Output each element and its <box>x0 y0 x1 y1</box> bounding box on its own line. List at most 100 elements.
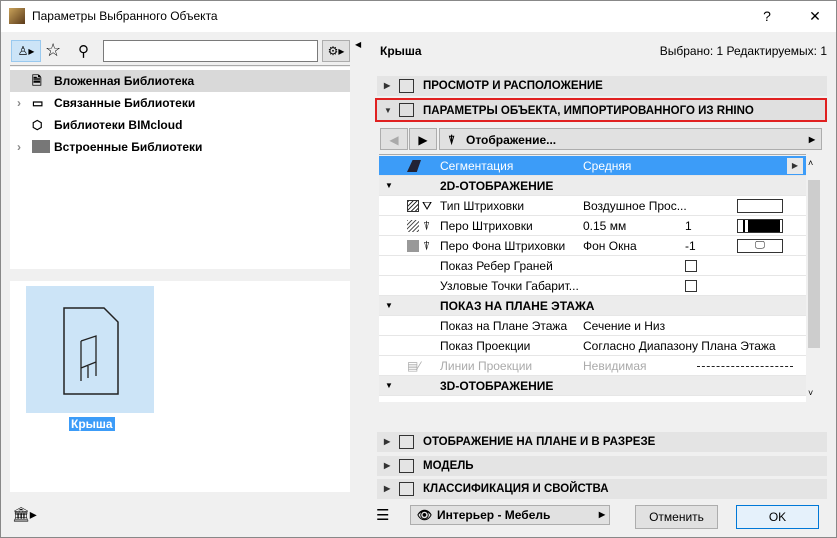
param-row-hatch-bg-pen[interactable]: ⍒ Перо Фона Штриховки Фон Окна -1 🖵 <box>379 236 806 256</box>
grid-scrollbar[interactable]: ˄ ˅ <box>806 156 822 402</box>
scrollbar-thumb[interactable] <box>808 180 820 348</box>
hatch-edit-icon: ⛛ <box>422 199 433 213</box>
param-name: Сегментация <box>440 159 514 173</box>
window-title: Параметры Выбранного Объекта <box>32 9 218 23</box>
object-params-icon <box>399 103 414 117</box>
page-dropdown[interactable]: ⍒ Отображение... ▶ <box>439 128 822 150</box>
preview-area: Крыша <box>10 281 350 492</box>
section-model[interactable]: ▶ МОДЕЛЬ <box>377 456 827 476</box>
scroll-down-icon[interactable]: ˅ <box>808 388 813 398</box>
collapse-panel-arrow[interactable]: ◀ <box>355 40 361 49</box>
plan-section-icon <box>399 435 414 449</box>
scroll-up-icon[interactable]: ˄ <box>808 158 813 168</box>
group-floor-plan-display[interactable]: ▼ ПОКАЗ НА ПЛАНЕ ЭТАЖА <box>379 296 806 316</box>
tree-item-label: Встроенные Библиотеки <box>54 140 203 154</box>
show-edges-checkbox[interactable] <box>685 260 697 272</box>
pen-icon: ⍒ <box>423 219 431 233</box>
group-title: 3D-ОТОБРАЖЕНИЕ <box>440 379 554 393</box>
bg-fill-icon <box>407 240 419 252</box>
eye-icon: 👁 <box>417 508 433 522</box>
app-logo-icon <box>9 8 25 24</box>
param-value[interactable]: Воздушное Прос... <box>583 196 687 216</box>
pen-icon: ⍒ <box>423 239 431 253</box>
group-3d-display[interactable]: ▼ 3D-ОТОБРАЖЕНИЕ <box>379 376 806 396</box>
settings-gear-button[interactable]: ⚙▸ <box>322 40 350 62</box>
tree-item-label: Библиотеки BIMcloud <box>54 118 183 132</box>
tree-item-bimcloud-libraries[interactable]: ⬡ Библиотеки BIMcloud <box>10 114 350 136</box>
tree-item-label: Связанные Библиотеки <box>54 96 196 110</box>
selection-status: Выбрано: 1 Редактируемых: 1 <box>659 44 827 58</box>
param-value: Фон Окна <box>583 239 637 253</box>
param-name: Перо Фона Штриховки <box>440 239 566 253</box>
expand-chevron-icon[interactable]: › <box>17 136 21 158</box>
layer-value: Интерьер - Мебель <box>437 508 551 522</box>
section-plan-section-display[interactable]: ▶ ОТОБРАЖЕНИЕ НА ПЛАНЕ И В РАЗРЕЗЕ <box>377 432 827 452</box>
param-row-hatch-pen[interactable]: ⍒ Перо Штриховки 0.15 мм 1 <box>379 216 806 236</box>
param-row-hatch-type[interactable]: ⛛ Тип Штриховки Воздушное Прос... <box>379 196 806 216</box>
expand-chevron-icon[interactable]: › <box>17 92 21 114</box>
segmentation-arrow-button[interactable]: ▶ <box>787 158 803 174</box>
param-row-projection-lines: ▤⁄ Линии Проекции Невидимая <box>379 356 806 376</box>
pen-number[interactable]: -1 <box>685 236 696 256</box>
pen-icon: ⍒ <box>448 133 456 147</box>
param-name: Показ Проекции <box>440 339 531 353</box>
node-points-checkbox[interactable] <box>685 280 697 292</box>
param-name: Показ на Плане Этажа <box>440 319 568 333</box>
section-view-position[interactable]: ▶ ПРОСМОТР И РАСПОЛОЖЕНИЕ <box>377 76 827 96</box>
segmentation-icon <box>407 160 421 172</box>
param-name: Перо Штриховки <box>440 219 533 233</box>
model-cube-icon <box>399 459 414 473</box>
param-value[interactable]: Согласно Диапазону Плана Этажа <box>583 336 776 356</box>
object-name: Крыша <box>380 44 422 58</box>
section-title: МОДЕЛЬ <box>423 460 474 472</box>
library-chair-button[interactable]: ♙▸ <box>11 40 41 62</box>
param-name: Тип Штриховки <box>440 199 525 213</box>
prev-page-button[interactable]: ◀ <box>380 128 408 150</box>
param-row-show-edges[interactable]: Показ Ребер Граней <box>379 256 806 276</box>
group-2d-display[interactable]: ▼ 2D-ОТОБРАЖЕНИЕ <box>379 176 806 196</box>
param-row-segmentation[interactable]: Сегментация Средняя ▶ <box>379 156 806 176</box>
library-folder-icon: ▭ <box>32 96 44 110</box>
param-value: Средняя <box>583 159 632 173</box>
tree-item-linked-libraries[interactable]: › ▭ Связанные Библиотеки <box>10 92 350 114</box>
search-icon[interactable]: ⚲ <box>78 42 89 60</box>
param-name: Линии Проекции <box>440 359 533 373</box>
layer-dropdown[interactable]: 👁 Интерьер - Мебель ▶ <box>410 505 610 525</box>
close-button[interactable]: ✕ <box>800 4 830 28</box>
param-row-floor-plan-display[interactable]: Показ на Плане Этажа Сечение и Низ <box>379 316 806 336</box>
next-page-button[interactable]: ▶ <box>409 128 437 150</box>
favorites-star-icon[interactable]: ☆ <box>45 40 61 61</box>
hatch-lines-icon <box>407 220 419 232</box>
view-position-icon <box>399 79 414 93</box>
hatch-preview[interactable] <box>737 199 783 213</box>
param-row-projection-display[interactable]: Показ Проекции Согласно Диапазону Плана Э… <box>379 336 806 356</box>
group-title: ПОКАЗ НА ПЛАНЕ ЭТАЖА <box>440 299 595 313</box>
tree-item-embedded-library[interactable]: 🗎 Вложенная Библиотека <box>10 70 350 92</box>
param-name: Узловые Точки Габарит... <box>440 279 579 293</box>
pen-color-swatch[interactable] <box>737 219 783 233</box>
help-button[interactable]: ? <box>752 4 782 28</box>
object-thumbnail[interactable] <box>26 286 154 413</box>
tree-item-label: Вложенная Библиотека <box>54 74 195 88</box>
ok-button[interactable]: OK <box>736 505 819 529</box>
section-title: КЛАССИФИКАЦИЯ И СВОЙСТВА <box>423 483 609 495</box>
param-name: Показ Ребер Граней <box>440 259 553 273</box>
group-title: 2D-ОТОБРАЖЕНИЕ <box>440 179 554 193</box>
monitor-icon[interactable]: 🖵 <box>737 239 783 253</box>
dropdown-arrow-icon: ▶ <box>598 510 605 519</box>
library-file-icon: 🗎 <box>32 74 42 88</box>
tree-item-builtin-libraries[interactable]: › Встроенные Библиотеки <box>10 136 350 158</box>
projection-lines-icon: ▤⁄ <box>407 359 421 373</box>
divider <box>10 65 350 66</box>
library-manager-button[interactable]: 🏛▸ <box>12 506 40 528</box>
divider <box>379 154 806 155</box>
library-tree: 🗎 Вложенная Библиотека › ▭ Связанные Библио… <box>10 67 350 269</box>
search-input[interactable] <box>103 40 318 62</box>
section-rhino-params[interactable]: ▼ ПАРАМЕТРЫ ОБЪЕКТА, ИМПОРТИРОВАННОГО ИЗ … <box>375 98 827 122</box>
param-row-node-points[interactable]: Узловые Точки Габарит... <box>379 276 806 296</box>
param-value[interactable]: Сечение и Низ <box>583 316 665 336</box>
param-value: Невидимая <box>583 359 647 373</box>
pen-number[interactable]: 1 <box>685 216 692 236</box>
cancel-button[interactable]: Отменить <box>635 505 718 529</box>
section-classification[interactable]: ▶ КЛАССИФИКАЦИЯ И СВОЙСТВА <box>377 479 827 499</box>
